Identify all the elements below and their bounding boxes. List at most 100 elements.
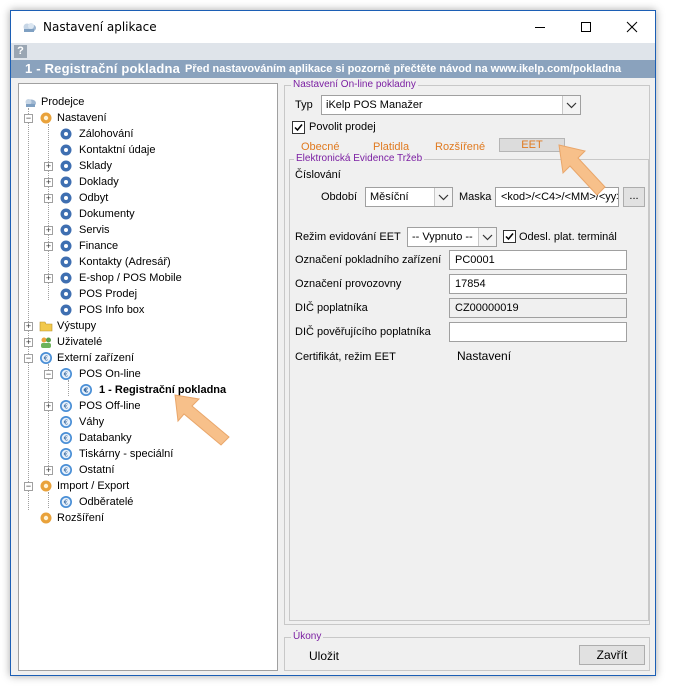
minimize-button[interactable] <box>517 11 563 43</box>
tree-label: POS Info box <box>79 304 145 316</box>
tree-label: Sklady <box>79 160 113 172</box>
gear-blue-icon <box>60 224 72 236</box>
gear-blue-icon <box>60 272 72 284</box>
zavrit-button[interactable]: Zavřít <box>579 645 645 665</box>
tree-label: Databanky <box>79 432 132 444</box>
gear-blue-icon <box>60 176 72 188</box>
typ-select[interactable]: iKelp POS Manažer <box>321 95 581 115</box>
obdobi-select[interactable]: Měsíční <box>365 187 453 207</box>
povolit-checkbox[interactable] <box>292 121 305 134</box>
expand-toggle[interactable]: + <box>24 338 33 347</box>
oznaceni-provozovny-value: 17854 <box>455 278 486 290</box>
gear-blue-icon <box>60 160 72 172</box>
tree-label: Ostatní <box>79 464 115 476</box>
tree-label: Tiskárny - speciální <box>79 448 174 460</box>
cislovani-label: Číslování <box>295 169 341 181</box>
expand-toggle[interactable]: + <box>44 242 53 251</box>
certifikat-label: Certifikát, režim EET <box>295 351 396 363</box>
gear-blue-icon <box>60 288 72 300</box>
expand-toggle[interactable]: + <box>44 402 53 411</box>
rezim-select[interactable]: -- Vypnuto -- <box>407 227 497 247</box>
dic-input[interactable]: CZ00000019 <box>449 298 627 318</box>
svg-text:€: € <box>64 371 68 379</box>
svg-text:€: € <box>64 451 68 459</box>
eet-group-label: Elektronická Evidence Tržeb <box>294 153 425 164</box>
maximize-button[interactable] <box>563 11 609 43</box>
tree-label: Kontakty (Adresář) <box>79 256 171 268</box>
browse-label: ... <box>629 190 639 202</box>
cloud-icon <box>25 99 36 107</box>
tree-label: Import / Export <box>57 480 130 492</box>
rezim-label: Režim evidování EET <box>295 231 401 243</box>
svg-text:€: € <box>64 467 68 475</box>
dic-poverujici-label: DIČ pověřujícího poplatníka <box>295 326 431 338</box>
checkmark-icon <box>294 124 303 132</box>
tree-label: Nastavení <box>57 112 107 124</box>
oznaceni-provozovny-input[interactable]: 17854 <box>449 274 627 294</box>
oznaceni-zarizeni-label: Označení pokladního zařízení <box>295 254 442 266</box>
euro-coin-icon: € <box>60 416 72 428</box>
navigation-tree[interactable]: Prodejce − Nastavení Zálohování Kontaktn… <box>18 83 278 671</box>
header-banner: 1 - Registrační pokladna Před nastavován… <box>11 60 655 78</box>
online-group-label: Nastavení On-line pokladny <box>291 79 418 90</box>
tab-rozsirene[interactable]: Rozšířené <box>435 141 485 153</box>
euro-coin-icon: € <box>60 448 72 460</box>
checkmark-icon <box>505 233 514 241</box>
gear-orange-icon <box>40 512 52 524</box>
gear-blue-icon <box>60 256 72 268</box>
tree-line <box>28 108 29 510</box>
oznaceni-zarizeni-value: PC0001 <box>455 254 495 266</box>
tree-label: Finance <box>79 240 119 252</box>
ulozit-button[interactable]: Uložit <box>309 649 339 663</box>
expand-toggle[interactable]: + <box>44 178 53 187</box>
collapse-toggle[interactable]: − <box>24 114 33 123</box>
tree-line <box>48 492 49 508</box>
tree-label: Servis <box>79 224 110 236</box>
chevron-down-icon <box>434 188 452 206</box>
chevron-down-icon <box>562 96 580 114</box>
close-button[interactable] <box>609 11 655 43</box>
expand-toggle[interactable]: + <box>44 194 53 203</box>
typ-value: iKelp POS Manažer <box>326 99 423 111</box>
hint-arrow-icon <box>558 144 606 196</box>
tab-eet-label: EET <box>521 139 543 151</box>
dic-poverujici-input[interactable] <box>449 322 627 342</box>
tree-label: POS Prodej <box>79 288 138 300</box>
expand-toggle[interactable]: + <box>44 466 53 475</box>
close-icon <box>626 21 638 33</box>
collapse-toggle[interactable]: − <box>24 482 33 491</box>
gear-blue-icon <box>60 128 72 140</box>
minimize-icon <box>535 27 545 28</box>
tree-label: Doklady <box>79 176 119 188</box>
expand-toggle[interactable]: + <box>24 322 33 331</box>
expand-toggle[interactable]: + <box>44 226 53 235</box>
oznaceni-zarizeni-input[interactable]: PC0001 <box>449 250 627 270</box>
odesl-label: Odesl. plat. terminál <box>519 231 617 243</box>
rezim-value: -- Vypnuto -- <box>412 231 473 243</box>
certifikat-nastaveni-link[interactable]: Nastavení <box>457 349 511 363</box>
povolit-label: Povolit prodej <box>309 121 376 133</box>
odesl-checkbox[interactable] <box>503 230 516 243</box>
maska-browse-button[interactable]: ... <box>623 187 645 207</box>
euro-coin-icon: € <box>60 400 72 412</box>
maska-label: Maska <box>459 191 492 203</box>
tree-label: Rozšíření <box>57 512 105 524</box>
svg-text:€: € <box>83 387 89 395</box>
euro-coin-icon: € <box>60 368 72 380</box>
help-icon[interactable]: ? <box>14 45 27 58</box>
collapse-toggle[interactable]: − <box>44 370 53 379</box>
svg-text:€: € <box>64 435 68 443</box>
tree-label: Dokumenty <box>79 208 135 220</box>
tree-line <box>68 380 69 396</box>
dic-label: DIČ poplatníka <box>295 302 368 314</box>
ukony-group-label: Úkony <box>291 631 324 642</box>
maximize-icon <box>581 22 591 32</box>
tree-label: E-shop / POS Mobile <box>79 272 182 284</box>
collapse-toggle[interactable]: − <box>24 354 33 363</box>
tab-platidla[interactable]: Platidla <box>373 141 409 153</box>
expand-toggle[interactable]: + <box>44 274 53 283</box>
tab-obecne[interactable]: Obecné <box>301 141 340 153</box>
typ-label: Typ <box>295 99 313 111</box>
expand-toggle[interactable]: + <box>44 162 53 171</box>
gear-orange-icon <box>40 480 52 492</box>
